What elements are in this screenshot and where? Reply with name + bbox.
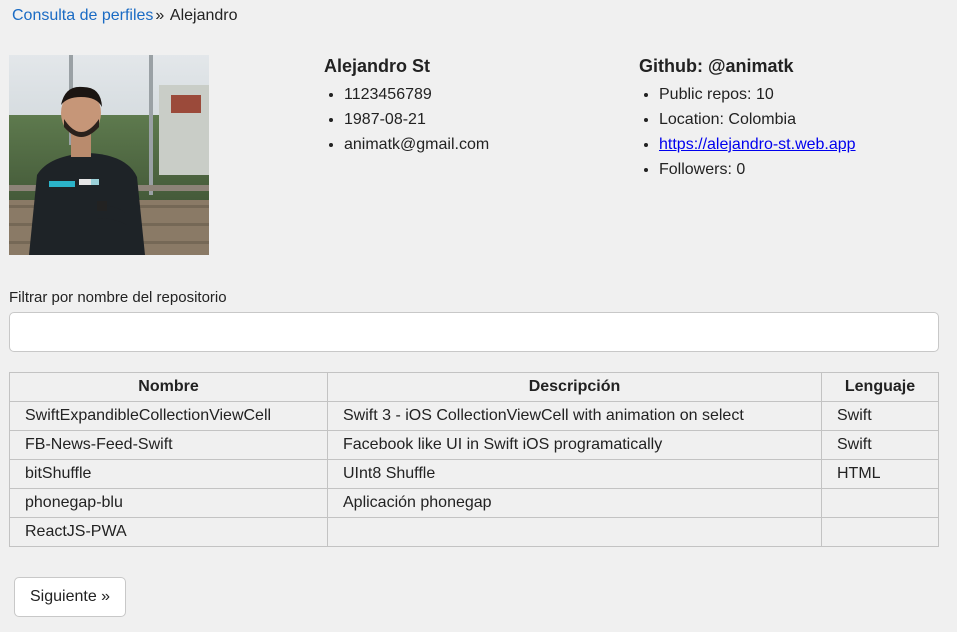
avatar — [9, 55, 209, 255]
header-descripcion[interactable]: Descripción — [327, 372, 822, 402]
repo-description: Aplicación phonegap — [327, 488, 822, 518]
repo-language — [821, 488, 939, 518]
header-lenguaje[interactable]: Lenguaje — [821, 372, 939, 402]
github-location: Location: Colombia — [659, 107, 856, 132]
repo-language: Swift — [821, 401, 939, 431]
header-nombre[interactable]: Nombre — [9, 372, 328, 402]
repo-language: Swift — [821, 430, 939, 460]
profile-phone: 1123456789 — [344, 82, 489, 107]
github-info: Github: @animatk Public repos: 10 Locati… — [639, 55, 856, 182]
next-page-button[interactable]: Siguiente » — [14, 577, 127, 617]
profile-name: Alejandro St — [324, 56, 431, 76]
profile-birthdate: 1987-08-21 — [344, 107, 489, 132]
repo-name: ReactJS-PWA — [9, 517, 328, 547]
profile-details-list: 1123456789 1987-08-21 animatk@gmail.com — [324, 82, 489, 157]
table-row[interactable]: ReactJS-PWA — [9, 517, 939, 547]
profile-email: animatk@gmail.com — [344, 132, 489, 157]
breadcrumb: Consulta de perfiles» Alejandro — [12, 6, 238, 26]
table-row[interactable]: FB-News-Feed-Swift Facebook like UI in S… — [9, 430, 939, 460]
github-title: Github: @animatk — [639, 56, 794, 76]
repos-table: Nombre Descripción Lenguaje SwiftExpandi… — [9, 372, 939, 547]
table-header-row: Nombre Descripción Lenguaje — [9, 372, 939, 402]
filter-label: Filtrar por nombre del repositorio — [9, 289, 227, 306]
repo-description: Swift 3 - iOS CollectionViewCell with an… — [327, 401, 822, 431]
breadcrumb-current: Alejandro — [169, 7, 238, 24]
profile-photo — [9, 55, 209, 255]
github-followers: Followers: 0 — [659, 157, 856, 182]
github-website-link[interactable]: https://alejandro-st.web.app — [659, 136, 856, 153]
breadcrumb-separator: » — [155, 7, 165, 24]
github-website-item: https://alejandro-st.web.app — [659, 132, 856, 157]
repo-description: UInt8 Shuffle — [327, 459, 822, 489]
repo-description: Facebook like UI in Swift iOS programati… — [327, 430, 822, 460]
profile-info: Alejandro St 1123456789 1987-08-21 anima… — [324, 55, 489, 157]
repo-description — [327, 517, 822, 547]
repo-language — [821, 517, 939, 547]
github-details-list: Public repos: 10 Location: Colombia http… — [639, 82, 856, 182]
repo-name: SwiftExpandibleCollectionViewCell — [9, 401, 328, 431]
github-public-repos: Public repos: 10 — [659, 82, 856, 107]
breadcrumb-link-profiles[interactable]: Consulta de perfiles — [12, 7, 153, 24]
table-row[interactable]: SwiftExpandibleCollectionViewCell Swift … — [9, 401, 939, 431]
table-row[interactable]: phonegap-blu Aplicación phonegap — [9, 488, 939, 518]
repo-name: phonegap-blu — [9, 488, 328, 518]
repo-name: FB-News-Feed-Swift — [9, 430, 328, 460]
table-row[interactable]: bitShuffle UInt8 Shuffle HTML — [9, 459, 939, 489]
repo-filter-input[interactable] — [9, 312, 939, 352]
repo-language: HTML — [821, 459, 939, 489]
repo-name: bitShuffle — [9, 459, 328, 489]
